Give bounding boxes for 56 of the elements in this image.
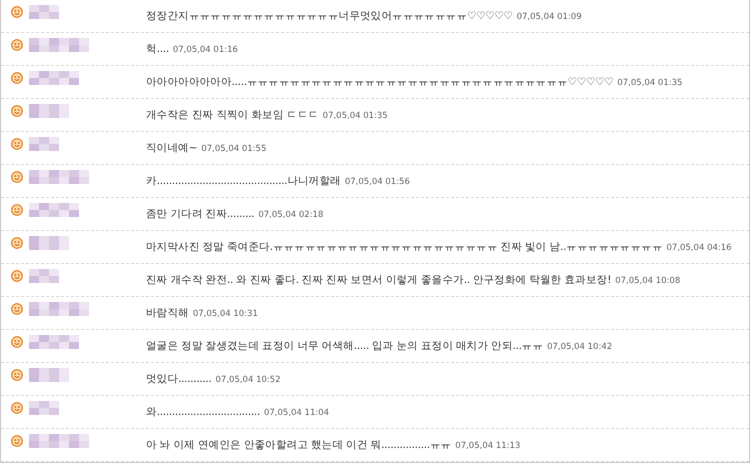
comment-text: 진짜 개수작 완전.. 와 진짜 좋다. 진짜 진짜 보면서 이렇게 좋을수가.. 안구정화에 탁월한 효과보장!: [146, 273, 612, 287]
blurred-name: [29, 335, 79, 349]
comment-time: 07,05,04 02:18: [258, 210, 324, 220]
smiley-icon: [11, 39, 23, 51]
comment-time: 07,05,04 10:52: [216, 375, 281, 385]
blurred-name: [29, 236, 69, 250]
blurred-name: [29, 368, 69, 382]
smiley-icon: [11, 6, 23, 18]
comment-time: 07,05,04 01:35: [322, 111, 388, 121]
smiley-icon: [11, 303, 23, 315]
comment-time: 07,05,04 11:04: [264, 408, 330, 418]
comment-time: 07,05,04 10:31: [192, 309, 258, 319]
comment-text: 좀만 기다려 진짜.........: [146, 207, 254, 221]
smiley-icon: [11, 336, 23, 348]
comment-text: 아 놔 이제 연예인은 안좋아할려고 했는데 이건 뭐................ㅠㅠ: [146, 438, 452, 452]
comment-time: 07,05,04 04:16: [666, 243, 732, 253]
comment-text: 와..................................: [146, 405, 260, 419]
smiley-icon: [11, 204, 23, 216]
comment-text: 마지막사진 정말 죽여준다.ㅠㅠㅠㅠㅠㅠㅠㅠㅠㅠㅠㅠㅠㅠㅠㅠㅠㅠㅠㅠㅠ 진짜 빛이 남..ㅠㅠㅠㅠㅠㅠㅠㅠㅠ: [146, 240, 663, 254]
comment-text: 정장간지ㅠㅠㅠㅠㅠㅠㅠㅠㅠㅠㅠㅠㅠㅠ너무멋있어ㅠㅠㅠㅠㅠㅠㅠ♡♡♡♡♡: [146, 9, 513, 23]
comment-time: 07,05,04 01:35: [617, 78, 682, 88]
smiley-icon: [11, 270, 23, 282]
smiley-icon: [11, 105, 23, 117]
blurred-name: [29, 302, 89, 316]
comment-text: 바람직해: [146, 306, 189, 320]
blurred-name: [29, 401, 59, 415]
comment-time: 07,05,04 01:56: [344, 177, 410, 187]
comment-text: 아아아아아아아아.....ㅠㅠㅠㅠㅠㅠㅠㅠㅠㅠㅠㅠㅠㅠㅠㅠㅠㅠㅠㅠㅠㅠㅠㅠㅠㅠㅠㅠㅠㅠ♡♡♡♡♡: [146, 75, 614, 89]
smiley-icon: [11, 171, 23, 183]
comment-text: 카...........................................나니꺼할래: [146, 174, 341, 188]
smiley-icon: [11, 72, 23, 84]
smiley-icon: [11, 435, 23, 447]
blurred-name: [29, 137, 59, 151]
comment-time: 07,05,04 01:55: [201, 144, 266, 154]
comment-time: 07,05,04 10:42: [547, 342, 612, 352]
blurred-name: [29, 71, 79, 85]
blurred-name: [29, 104, 69, 118]
comment-text: 얼굴은 정말 잘생겼는데 표정이 너무 어색해..... 입과 눈의 표정이 매치가 안되...ㅠㅠ: [146, 339, 544, 353]
comment-text: 헉....: [146, 42, 169, 56]
blurred-name: [29, 269, 59, 283]
smiley-icon: [11, 237, 23, 249]
comment-time: 07,05,04 01:16: [172, 45, 238, 55]
blurred-name: [29, 203, 79, 217]
comment-text: 개수작은 진짜 직찍이 화보임 ㄷㄷㄷ: [146, 108, 319, 122]
comment-text: 직이네예~: [146, 141, 198, 155]
blurred-name: [29, 38, 89, 52]
blurred-name: [29, 434, 89, 448]
blurred-name: [29, 170, 89, 184]
smiley-icon: [11, 138, 23, 150]
comment-time: 07,05,04 01:09: [516, 12, 582, 22]
comment-text: 멋있다...........: [146, 372, 212, 386]
blurred-name: [29, 5, 59, 19]
comment-time: 07,05,04 11:13: [455, 441, 520, 451]
comment-time: 07,05,04 10:08: [615, 276, 680, 286]
smiley-icon: [11, 402, 23, 414]
smiley-icon: [11, 369, 23, 381]
